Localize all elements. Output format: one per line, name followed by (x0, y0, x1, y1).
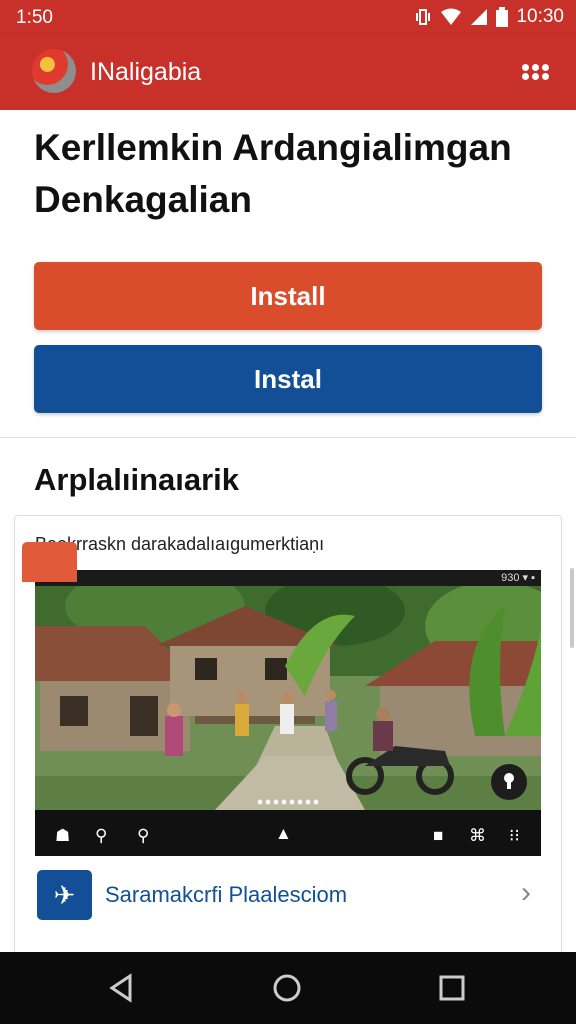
next-item-icon (22, 542, 77, 582)
status-icons: 10:30 (414, 6, 564, 28)
status-time: 1:50 (16, 7, 53, 28)
chevron-up-icon[interactable]: ▲ (275, 824, 292, 844)
list-item[interactable]: ✈ Saramakcrfi Plaalesciom › (35, 868, 541, 922)
app-logo-icon (32, 49, 76, 93)
system-nav-bar (0, 952, 576, 1024)
home-button-icon[interactable] (271, 972, 303, 1004)
rocket-icon: ✈ (37, 870, 92, 920)
signal-icon (471, 9, 488, 25)
photo-nav-bar: ☗ ⚲ ⚲ ▲ ■ ⌘ ⁝⁝ (35, 814, 541, 856)
main-content: Kerllemkin Ardangialimgan Denkagalian In… (0, 110, 576, 952)
overflow-menu-icon[interactable] (522, 64, 550, 80)
app-title: INaligabia (90, 58, 202, 86)
photo-status-bar: 1:50 ⊠ 930 ▾ ▪ (35, 570, 541, 586)
photo-status-right: 930 ▾ ▪ (501, 572, 535, 584)
stop-icon[interactable]: ■ (433, 826, 443, 846)
back-icon[interactable] (106, 972, 138, 1004)
chevron-right-icon: › (521, 876, 531, 909)
battery-icon (496, 7, 509, 27)
content-card: Baokrraskn darakadalıaıgumerktiaṇı 1:50 … (14, 515, 562, 952)
status-clock: 10:30 (516, 6, 564, 27)
search-icon[interactable]: ⚲ (137, 826, 149, 846)
share-icon[interactable]: ⌘ (469, 826, 486, 846)
card-caption: Baokrraskn darakadalıaıgumerktiaṇı (35, 534, 325, 554)
search-icon[interactable]: ⚲ (95, 826, 107, 846)
list-item-label: Saramakcrfi Plaalesciom (105, 882, 348, 907)
divider (0, 437, 576, 438)
home-icon[interactable]: ☗ (55, 826, 70, 846)
install-button[interactable]: Install (34, 262, 542, 330)
vibrate-icon (416, 9, 431, 25)
recents-icon[interactable] (436, 972, 468, 1004)
wifi-icon (441, 8, 462, 25)
status-bar: 1:50 10:30 (0, 0, 576, 34)
scrollbar[interactable] (570, 568, 574, 648)
instal-button[interactable]: Instal (34, 345, 542, 413)
grid-icon[interactable]: ⁝⁝ (509, 826, 520, 846)
village-scene-image (35, 586, 541, 810)
village-photo[interactable]: 1:50 ⊠ 930 ▾ ▪ (35, 570, 541, 856)
section-title: Arplalıinaıarik (34, 462, 240, 497)
app-bar: INaligabia (0, 34, 576, 110)
page-headline: Kerllemkin Ardangialimgan Denkagalian (34, 127, 512, 220)
